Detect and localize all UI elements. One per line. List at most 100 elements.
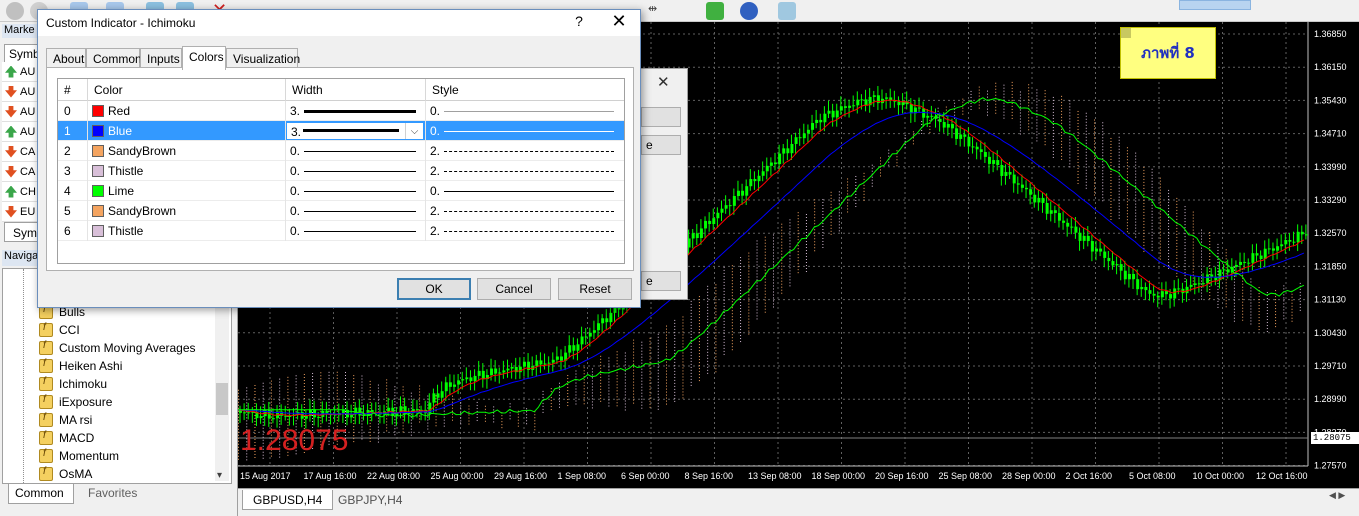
cloud-dot [682,367,684,369]
close-icon[interactable]: ✕ [657,73,670,91]
color-row[interactable]: 5 SandyBrown 0. 2. [58,201,624,221]
row-width-cell[interactable]: 0. [286,141,426,161]
row-style-cell[interactable]: 2. [426,161,624,181]
scrollbar-thumb[interactable] [216,383,228,415]
nav-item[interactable]: MACD [39,429,94,447]
color-row[interactable]: 0 Red 3. 0. [58,101,624,121]
nav-item[interactable]: MA rsi [39,411,92,429]
cloud-dot [682,382,684,384]
cloud-dot [493,409,495,411]
cloud-dot [1126,153,1128,155]
cloud-dot [698,374,700,376]
candle-body [782,148,786,154]
cloud-dot [822,201,824,203]
row-width-cell[interactable]: 0. [286,181,426,201]
row-color-cell[interactable]: SandyBrown [88,141,286,161]
color-row[interactable]: 1 Blue 3. ⌵ 0. [58,121,624,141]
cloud-dot [1143,169,1145,171]
width-dropdown[interactable]: 3. ⌵ [286,122,424,140]
cloud-dot [1184,242,1186,244]
background-button[interactable] [641,107,681,127]
nav-item[interactable]: Custom Moving Averages [39,339,196,357]
row-color-cell[interactable]: Thistle [88,161,286,181]
close-button[interactable]: ✕ [608,11,630,32]
row-width-cell[interactable]: 0. [286,221,426,241]
tab-symbols-bottom[interactable]: Sym [4,222,38,242]
tab-about[interactable]: About [46,48,86,68]
tab-scroll-arrows[interactable]: ◀ ▶ [1329,490,1359,508]
toolbar-icon[interactable] [778,2,796,20]
toolbar-icon[interactable] [6,2,24,20]
symbol-row[interactable]: EU [2,202,38,222]
row-width-cell[interactable]: 3. [286,101,426,121]
row-color-cell[interactable]: Blue [88,121,286,141]
cloud-dot [814,244,816,246]
candle-body [1284,240,1288,245]
cloud-dot [238,398,239,400]
tab-colors[interactable]: Colors [182,46,226,70]
nav-item[interactable]: Heiken Ashi [39,357,122,375]
background-button[interactable]: e [641,135,681,155]
toolbar-icon[interactable] [740,2,758,20]
symbol-row[interactable]: CA [2,162,38,182]
ok-button[interactable]: OK [397,278,471,300]
row-width-cell[interactable]: 3. ⌵ [286,121,426,141]
row-style-cell[interactable]: 0. [426,101,624,121]
row-style-cell[interactable]: 2. [426,221,624,241]
toolbar-icon[interactable] [706,2,724,20]
row-style-cell[interactable]: 0. [426,181,624,201]
row-width-cell[interactable]: 0. [286,201,426,221]
tab-favorites[interactable]: Favorites [82,484,152,504]
cloud-dot [1110,209,1112,211]
toolbar-icon[interactable]: ⇹ [648,2,666,20]
symbol-row[interactable]: CH [2,182,38,202]
nav-item[interactable]: Momentum [39,447,119,465]
cloud-dot [814,202,816,204]
cloud-dot [657,375,659,377]
tab-visualization[interactable]: Visualization [226,48,300,68]
cloud-dot [312,378,314,380]
color-row[interactable]: 4 Lime 0. 0. [58,181,624,201]
row-style-cell[interactable]: 0. [426,121,624,141]
tab-symbols[interactable]: Symb [4,44,40,62]
nav-item[interactable]: Ichimoku [39,375,107,393]
row-color-cell[interactable]: SandyBrown [88,201,286,221]
color-row[interactable]: 6 Thistle 0. 2. [58,221,624,241]
symbol-row[interactable]: AU [2,102,38,122]
tab-gbpusd[interactable]: GBPUSD,H4 [242,490,334,510]
nav-item[interactable]: iExposure [39,393,112,411]
tab-inputs[interactable]: Inputs [140,48,182,68]
row-style-cell[interactable]: 2. [426,141,624,161]
row-style-cell[interactable]: 2. [426,201,624,221]
cloud-dot [773,300,774,302]
cloud-dot [1028,126,1030,128]
tab-common[interactable]: Common [86,48,142,68]
nav-item[interactable]: CCI [39,321,80,339]
tab-common[interactable]: Common [8,484,74,504]
reset-button[interactable]: Reset [558,278,632,300]
row-color-cell[interactable]: Thistle [88,221,286,241]
candle-body [1144,286,1148,291]
symbol-row[interactable]: AU [2,82,38,102]
cloud-dot [773,276,774,278]
chevron-down-icon[interactable]: ▾ [217,470,222,481]
row-width-cell[interactable]: 0. [286,161,426,181]
cancel-button[interactable]: Cancel [477,278,551,300]
symbol-row[interactable]: CA [2,142,38,162]
color-row[interactable]: 2 SandyBrown 0. 2. [58,141,624,161]
symbol-row[interactable]: AU [2,122,38,142]
chevron-down-icon[interactable]: ⌵ [405,123,423,139]
help-button[interactable]: ? [570,13,588,29]
cloud-dot [1085,115,1087,117]
cloud-dot [814,235,816,237]
nav-item[interactable]: OsMA [39,465,92,483]
symbol-row[interactable]: AU [2,62,38,82]
row-color-cell[interactable]: Lime [88,181,286,201]
row-color-cell[interactable]: Red [88,101,286,121]
cloud-dot [641,398,643,400]
style-value: 0. [430,184,441,198]
tab-gbpjpy[interactable]: GBPJPY,H4 [328,490,412,510]
cloud-dot [254,406,256,408]
color-row[interactable]: 3 Thistle 0. 2. [58,161,624,181]
background-button[interactable]: e [641,271,681,291]
